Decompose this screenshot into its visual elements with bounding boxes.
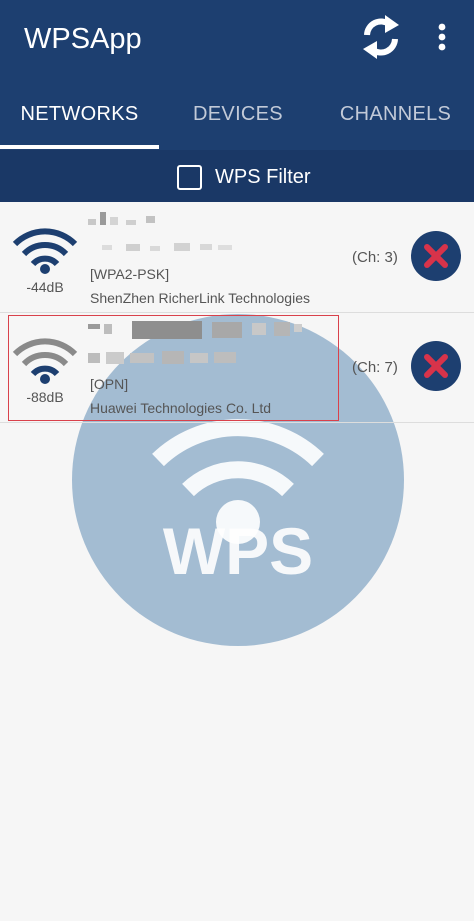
vendor-name: ShenZhen RicherLink Technologies (90, 290, 310, 306)
overflow-menu-button[interactable] (428, 18, 456, 58)
app-title: WPSApp (24, 23, 142, 55)
tab-channels[interactable]: CHANNELS (317, 86, 474, 150)
refresh-button[interactable] (359, 14, 403, 60)
wps-filter-toggle[interactable]: WPS Filter (177, 162, 311, 192)
tab-devices[interactable]: DEVICES (159, 86, 317, 150)
signal-strength: -88dB (26, 389, 64, 405)
channel-label: (Ch: 7) (352, 359, 398, 376)
delete-network-button[interactable] (411, 231, 461, 281)
network-row[interactable]: -44dB [WPA2-PSK] ShenZhen RicherLink Tec… (0, 203, 474, 313)
refresh-icon (363, 15, 399, 59)
security-type: [WPA2-PSK] (90, 266, 170, 282)
redacted-ssid (88, 212, 155, 225)
signal-strength: -44dB (26, 279, 64, 295)
wifi-signal-strong-icon (12, 228, 78, 274)
close-icon (424, 244, 448, 268)
redacted-ssid (88, 321, 302, 339)
wps-filter-checkbox[interactable] (177, 164, 202, 190)
tab-networks[interactable]: NETWORKS (0, 86, 159, 150)
tab-indicator (0, 145, 159, 149)
channel-label: (Ch: 3) (352, 249, 398, 266)
security-type: [OPN] (90, 376, 129, 392)
network-row[interactable]: -88dB [OPN] Huawei Technologies Co. Ltd … (0, 313, 474, 423)
vendor-name: Huawei Technologies Co. Ltd (90, 400, 272, 416)
redacted-bssid (88, 351, 236, 364)
wps-filter-label: WPS Filter (215, 165, 311, 188)
overflow-menu-icon (438, 23, 446, 51)
redacted-bssid (102, 243, 232, 251)
close-icon (424, 354, 448, 378)
watermark-text: WPS (163, 514, 313, 588)
wifi-signal-weak-icon (12, 338, 78, 384)
delete-network-button[interactable] (411, 341, 461, 391)
